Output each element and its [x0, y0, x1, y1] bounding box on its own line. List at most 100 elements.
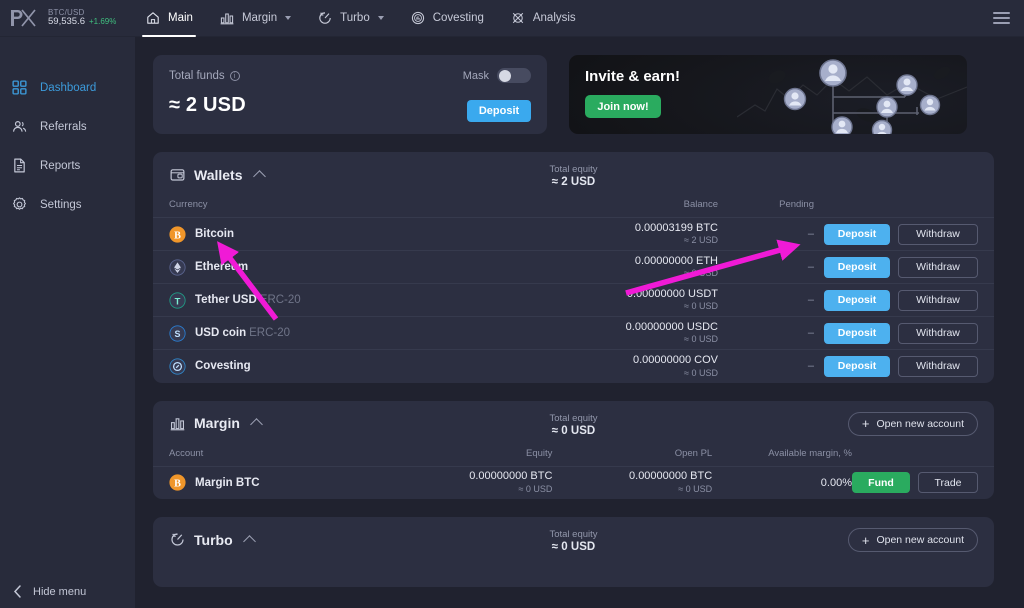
table-row[interactable]: B Margin BTC 0.00000000 BTC ≈ 0 USD 0.000000… [153, 466, 994, 499]
wallet-pending-cell: – [718, 250, 818, 284]
info-icon[interactable]: i [229, 70, 240, 81]
turbo-open-new-account-button[interactable]: + Open new account [847, 528, 978, 552]
total-funds-label: Total funds i [169, 70, 240, 82]
plus-icon: + [861, 416, 870, 431]
table-row[interactable]: B Bitcoin 0.00003199 BTC ≈ 2 USD – Deposit Wit… [153, 217, 994, 251]
wallet-deposit-button[interactable]: Deposit [824, 355, 890, 377]
wallets-title[interactable]: Wallets [169, 166, 266, 183]
svg-text:B: B [174, 479, 181, 490]
px-logo-icon [11, 9, 36, 27]
total-funds-deposit-button[interactable]: Deposit [467, 100, 531, 122]
margin-fund-button[interactable]: Fund [852, 472, 910, 494]
margin-open-new-account-button[interactable]: + Open new account [847, 411, 978, 436]
chevron-up-icon[interactable] [250, 418, 263, 431]
wallet-network-label: ERC-20 [249, 327, 291, 339]
wallet-deposit-button[interactable]: Deposit [824, 289, 890, 311]
chevron-up-icon[interactable] [252, 169, 266, 183]
wallet-pending-cell: – [718, 283, 818, 317]
analysis-icon [512, 12, 524, 24]
app-root: BTC/USD 59,535.6 +1.69% Main Margin Turb… [0, 0, 1024, 608]
sidebar-item-reports[interactable]: Reports [0, 146, 135, 185]
table-row[interactable]: S USD coin ERC-20 0.00000000 USDC ≈ 0 USD – De… [153, 316, 994, 350]
wallets-section: Wallets Total equity ≈ 2 USD Currency Ba… [153, 152, 994, 383]
nav-item-analysis[interactable]: Analysis [497, 0, 589, 37]
wallet-deposit-button[interactable]: Deposit [824, 223, 890, 245]
nav-item-analysis-label: Analysis [532, 12, 576, 24]
hamburger-icon[interactable] [993, 12, 1010, 25]
referral-network-illustration [737, 59, 967, 134]
sidebar-item-settings[interactable]: Settings [0, 185, 135, 224]
margin-equity-label: Total equity [549, 412, 598, 424]
wallet-balance-cell: 0.00003199 BTC ≈ 2 USD [583, 217, 718, 251]
margin-title[interactable]: Margin [169, 415, 263, 432]
margin-title-label: Margin [194, 415, 240, 431]
usdc-icon: S [169, 324, 186, 342]
nav-item-margin[interactable]: Margin [206, 0, 304, 37]
chevron-up-icon[interactable] [242, 534, 256, 548]
grid-icon [12, 80, 27, 95]
sidebar-item-dashboard[interactable]: Dashboard [0, 68, 135, 107]
join-now-button[interactable]: Join now! [585, 95, 661, 118]
main-nav: Main Margin Turbo Covesting Analysis [132, 0, 589, 37]
sidebar-item-referrals-label: Referrals [40, 120, 87, 133]
nav-item-main-label: Main [168, 12, 193, 24]
wallet-deposit-button[interactable]: Deposit [824, 322, 890, 344]
nav-item-turbo[interactable]: Turbo [304, 0, 397, 37]
margin-trade-button[interactable]: Trade [918, 472, 978, 494]
wallet-currency-cell: B Bitcoin [153, 217, 583, 251]
wallet-deposit-button[interactable]: Deposit [824, 256, 890, 278]
app-logo[interactable] [0, 9, 46, 27]
turbo-title-label: Turbo [194, 531, 233, 548]
chevron-down-icon [377, 16, 384, 20]
wallet-balance-amount: 0.00003199 BTC [634, 221, 718, 234]
table-row[interactable]: Ethereum 0.00000000 ETH ≈ 0 USD – Deposit Wit… [153, 250, 994, 284]
margin-total-equity: Total equity ≈ 0 USD [549, 413, 597, 437]
wallet-balance-cell: 0.00000000 ETH ≈ 0 USD [583, 250, 718, 284]
wallet-withdraw-button[interactable]: Withdraw [898, 355, 978, 377]
total-funds-card: Total funds i Mask ≈ 2 USD Deposit [153, 55, 547, 134]
margin-available-cell: 0.00% [820, 476, 852, 489]
wallets-table-body: B Bitcoin 0.00003199 BTC ≈ 2 USD – Deposit Wit… [153, 217, 994, 383]
wallet-balance-usd: ≈ 0 USD [684, 268, 718, 279]
nav-item-main[interactable]: Main [132, 0, 206, 37]
document-icon [14, 158, 25, 173]
invite-and-earn-banner[interactable]: Invite & earn! Join now! [569, 55, 967, 134]
gear-icon [12, 197, 27, 210]
wallet-balance-usd: ≈ 0 USD [684, 334, 718, 345]
sidebar-item-referrals[interactable]: Referrals [0, 107, 135, 146]
table-row[interactable]: Covesting 0.00000000 COV ≈ 0 USD – Deposit Wi… [153, 350, 994, 383]
margin-equity-value: ≈ 0 USD [551, 424, 596, 437]
hide-menu-button[interactable]: Hide menu [0, 575, 135, 608]
ticker-change: +1.69% [88, 17, 117, 27]
wallet-withdraw-button[interactable]: Withdraw [898, 223, 978, 245]
invite-title: Invite & earn! [585, 68, 681, 85]
wallet-actions-cell: Deposit Withdraw [818, 350, 994, 383]
chevron-left-icon [13, 585, 21, 598]
wallet-balance-cell: 0.00000000 COV ≈ 0 USD [583, 350, 718, 383]
turbo-equity-value: ≈ 0 USD [551, 541, 596, 553]
mask-toggle[interactable] [497, 68, 531, 83]
turbo-icon [171, 533, 184, 546]
sidebar-item-reports-label: Reports [40, 159, 81, 172]
wallet-currency-name: Ethereum [195, 261, 249, 273]
turbo-header: Turbo Total equity ≈ 0 USD + Open new ac… [153, 517, 994, 558]
col-actions [818, 193, 994, 218]
bitcoin-icon: B [169, 474, 186, 491]
wallet-withdraw-button[interactable]: Withdraw [898, 256, 978, 278]
wallet-actions-cell: Deposit Withdraw [818, 316, 994, 350]
table-row[interactable]: T Tether USD ERC-20 0.00000000 USDT ≈ 0 USD –… [153, 283, 994, 317]
margin-account-cell: B Margin BTC [153, 466, 403, 499]
margin-section: Margin Total equity ≈ 0 USD + Open new a… [153, 400, 994, 499]
nav-item-covesting[interactable]: Covesting [397, 0, 497, 37]
turbo-title[interactable]: Turbo [169, 531, 256, 548]
wallet-withdraw-button[interactable]: Withdraw [898, 322, 978, 344]
ticker-price: 59,535.6 [48, 16, 85, 28]
margin-open-pl-amount: 0.00000000 BTC [629, 470, 713, 483]
wallet-currency-name: Tether USD ERC-20 [195, 294, 301, 306]
wallet-withdraw-button[interactable]: Withdraw [898, 289, 978, 311]
nav-item-covesting-label: Covesting [432, 12, 484, 24]
col-equity: Equity [402, 441, 553, 467]
ticker-btc-usd[interactable]: BTC/USD 59,535.6 +1.69% [46, 8, 124, 28]
users-icon [12, 121, 27, 132]
wallets-total-equity: Total equity ≈ 2 USD [549, 164, 597, 188]
